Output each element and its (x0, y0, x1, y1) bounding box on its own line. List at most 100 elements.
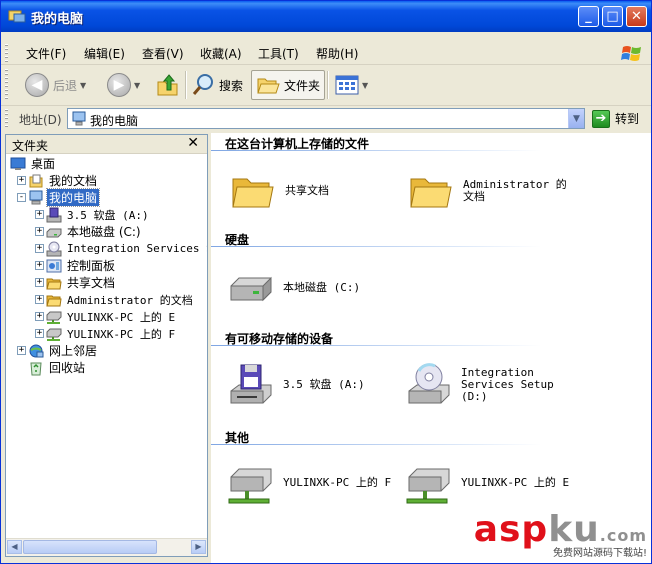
menu-view[interactable]: 查看(V) (142, 45, 184, 62)
folder-icon (46, 278, 62, 289)
folder-icon (46, 295, 62, 306)
scroll-left-icon[interactable]: ◀ (7, 540, 22, 554)
views-button[interactable]: ▼ (335, 70, 368, 100)
tree-item-label: 我的文档 (49, 174, 98, 188)
folders-button[interactable]: 文件夹 (251, 70, 326, 100)
tree-item[interactable]: 我的文档 (28, 172, 99, 189)
group-rule (211, 246, 541, 247)
tree-item[interactable]: 共享文档 (46, 274, 117, 291)
tree-expander[interactable]: + (35, 278, 44, 287)
menu-tools[interactable]: 工具(T) (258, 45, 299, 62)
address-bar: 地址(D) 我的电脑 ▼ ➔ 转到 (1, 107, 651, 131)
network-drive-icon (46, 328, 62, 341)
tree-item[interactable]: 回收站 (28, 359, 87, 376)
tree-item[interactable]: 3.5 软盘 (A:) (46, 206, 151, 223)
tree-item-label: 本地磁盘 (C:) (67, 225, 141, 239)
menu-help[interactable]: 帮助(H) (316, 45, 358, 62)
tree-item[interactable]: YULINXK-PC 上的 E (46, 308, 177, 325)
item-network-drive-e[interactable]: YULINXK-PC 上的 E (405, 459, 569, 507)
tree-item-label: YULINXK-PC 上的 F (67, 327, 176, 341)
tree-expander[interactable]: + (35, 329, 44, 338)
item-local-disk-c[interactable]: 本地磁盘 (C:) (227, 264, 360, 312)
network-places-icon (29, 344, 44, 357)
tree-item-label: 网上邻居 (49, 344, 98, 358)
network-drive-icon (406, 468, 450, 504)
item-floppy-a[interactable]: 3.5 软盘 (A:) (227, 361, 365, 409)
folders-pane-title: 文件夹 (12, 139, 49, 153)
tree-item[interactable]: 桌面 (10, 155, 57, 172)
folders-pane: 文件夹 ✕ 桌面 + 我的文档 - 我的电脑 +3.5 软盘 (A:) + 本地磁盘 (C:)… (5, 134, 208, 557)
folders-icon (257, 78, 280, 94)
floppy-icon (46, 207, 62, 222)
explorer-window: 我的电脑 _ □ ✕ 文件(F) 编辑(E) 查看(V) 收藏(A) 工具(T)… (0, 0, 652, 564)
menu-file[interactable]: 文件(F) (26, 45, 66, 62)
folder-icon (410, 178, 452, 208)
my-computer-icon (29, 190, 43, 204)
address-input[interactable]: 我的电脑 ▼ (67, 108, 585, 129)
scroll-right-icon[interactable]: ▶ (191, 540, 206, 554)
tree-item[interactable]: 控制面板 (46, 257, 117, 274)
item-network-drive-f[interactable]: YULINXK-PC 上的 F (227, 459, 391, 507)
tree-item-label: 3.5 软盘 (A:) (67, 208, 149, 222)
tree-item[interactable]: 本地磁盘 (C:) (46, 223, 143, 240)
my-documents-icon (29, 174, 43, 187)
item-administrator-documents[interactable]: Administrator 的文档 (407, 167, 575, 215)
tree-expander[interactable]: + (35, 261, 44, 270)
up-folder-icon (157, 74, 178, 96)
tree-item-label: 控制面板 (67, 259, 116, 273)
tree-expander[interactable]: + (35, 295, 44, 304)
tree-expander[interactable]: + (35, 312, 44, 321)
address-label: 地址(D) (19, 113, 62, 127)
address-dropdown-button[interactable]: ▼ (568, 109, 584, 128)
standard-toolbar: ◀ 后退 ▼ ▶ ▼ 搜索 文件夹 ▼ (1, 65, 651, 106)
tree-item[interactable]: Administrator 的文档 (46, 291, 195, 308)
forward-button[interactable]: ▶ ▼ (107, 70, 140, 100)
chevron-down-icon: ▼ (362, 80, 369, 90)
minimize-button[interactable]: _ (578, 6, 599, 27)
cd-drive-icon (46, 241, 62, 256)
network-drive-icon (228, 468, 272, 504)
tree-item-label: 桌面 (31, 157, 56, 171)
menu-edit[interactable]: 编辑(E) (84, 45, 125, 62)
recycle-bin-icon (30, 362, 42, 375)
tree-item[interactable]: 网上邻居 (28, 342, 99, 359)
toolbar-grip[interactable] (5, 69, 8, 101)
close-button[interactable]: ✕ (626, 6, 647, 27)
search-button[interactable]: 搜索 (191, 70, 243, 100)
tree-item[interactable]: 我的电脑 (28, 188, 101, 207)
hard-disk-icon (46, 228, 62, 237)
search-icon (192, 74, 213, 95)
tree-expander[interactable]: + (35, 244, 44, 253)
tree-item-label: 回收站 (49, 361, 86, 375)
toolbar-separator (185, 71, 187, 99)
item-cd-drive-d[interactable]: Integration Services Setup (D:) (405, 361, 581, 409)
window-title: 我的电脑 (31, 12, 84, 27)
addressbar-grip[interactable] (5, 109, 8, 127)
address-value: 我的电脑 (90, 114, 139, 128)
tree-expander[interactable]: - (17, 193, 26, 202)
tree-expander[interactable]: + (17, 346, 26, 355)
tree-expander[interactable]: + (17, 176, 26, 185)
item-shared-documents[interactable]: 共享文档 (229, 167, 329, 215)
maximize-button[interactable]: □ (602, 6, 623, 27)
up-folder-button[interactable] (155, 70, 181, 100)
tree-item[interactable]: YULINXK-PC 上的 F (46, 325, 177, 342)
menubar-grip[interactable] (5, 44, 8, 62)
close-pane-icon[interactable]: ✕ (187, 135, 199, 151)
content-pane: 在这台计算机上存储的文件 共享文档 Administrator 的文档 硬盘 本… (211, 133, 651, 563)
folders-pane-header: 文件夹 ✕ (6, 135, 207, 154)
forward-arrow-icon: ▶ (107, 73, 131, 97)
folder-icon (232, 178, 274, 208)
group-rule (211, 345, 541, 346)
tree-expander[interactable]: + (35, 210, 44, 219)
title-bar[interactable]: 我的电脑 _ □ ✕ (1, 1, 651, 32)
menu-favorites[interactable]: 收藏(A) (200, 45, 242, 62)
go-button[interactable]: ➔ 转到 (592, 108, 639, 129)
back-button[interactable]: ◀ 后退 ▼ (25, 70, 86, 100)
tree-item[interactable]: Integration Services Se (46, 240, 207, 257)
tree-item-label: Administrator 的文档 (67, 293, 193, 307)
control-panel-icon (46, 259, 62, 272)
horizontal-scrollbar[interactable]: ◀ ▶ (6, 538, 207, 556)
scrollbar-thumb[interactable] (23, 540, 157, 554)
tree-expander[interactable]: + (35, 227, 44, 236)
